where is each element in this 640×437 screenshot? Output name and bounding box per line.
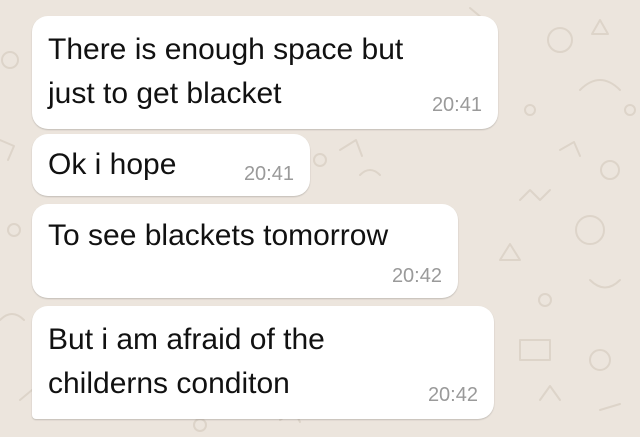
message-text: Ok i hope: [48, 148, 177, 181]
message-timestamp: 20:41: [243, 163, 294, 185]
message-text: There is enough space but just to get bl…: [48, 33, 404, 110]
message-timestamp: 20:42: [391, 265, 442, 287]
message-bubble[interactable]: Ok i hope 20:41: [32, 134, 310, 196]
message-bubble[interactable]: But i am afraid of the childerns condito…: [32, 306, 494, 419]
message-timestamp: 20:42: [427, 384, 478, 406]
message-bubble[interactable]: To see blackets tomorrow 20:42: [32, 204, 458, 298]
message-text: To see blackets tomorrow: [48, 219, 389, 252]
message-timestamp: 20:41: [431, 94, 482, 116]
message-text: But i am afraid of the childerns condito…: [48, 323, 325, 400]
message-bubble[interactable]: There is enough space but just to get bl…: [32, 16, 498, 129]
